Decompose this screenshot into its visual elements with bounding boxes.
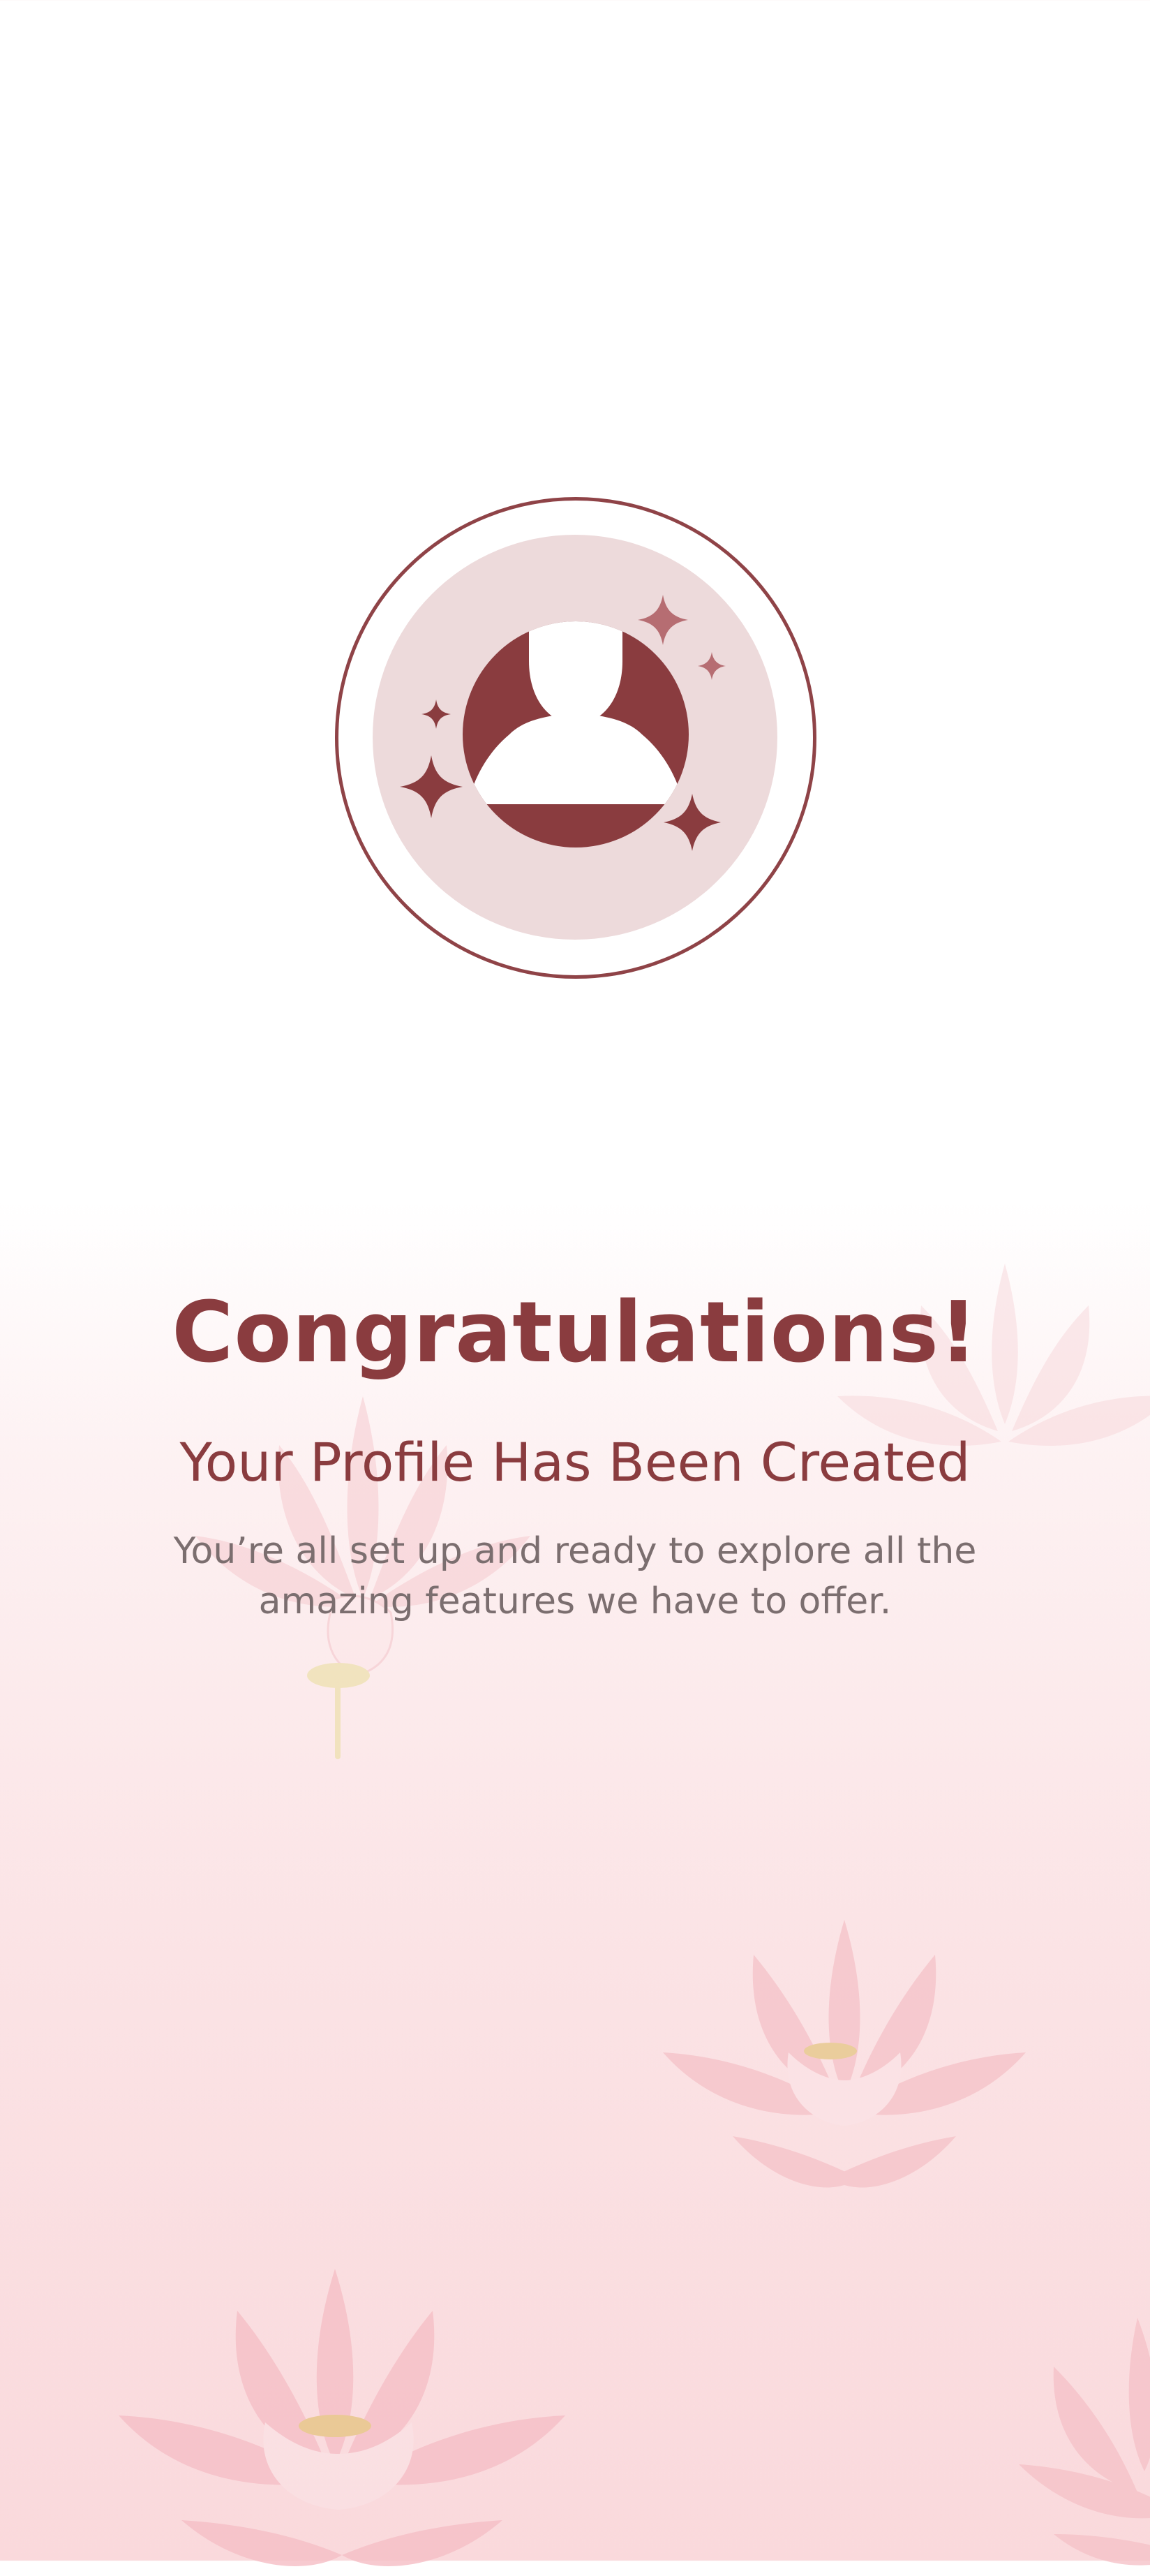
lotus-decoration-icon — [1019, 2318, 1150, 2566]
page-subtitle: Your Profile Has Been Created — [179, 1431, 971, 1493]
page-title: Congratulations! — [172, 1285, 978, 1382]
profile-created-screen: Congratulations! Your Profile Has Been C… — [0, 0, 1150, 2566]
lotus-decoration-icon — [663, 1920, 1026, 2188]
profile-user-icon — [400, 595, 726, 851]
profile-avatar — [335, 497, 816, 979]
lotus-decoration-icon — [119, 2269, 565, 2566]
page-description: You’re all set up and ready to explore a… — [173, 1530, 977, 1622]
